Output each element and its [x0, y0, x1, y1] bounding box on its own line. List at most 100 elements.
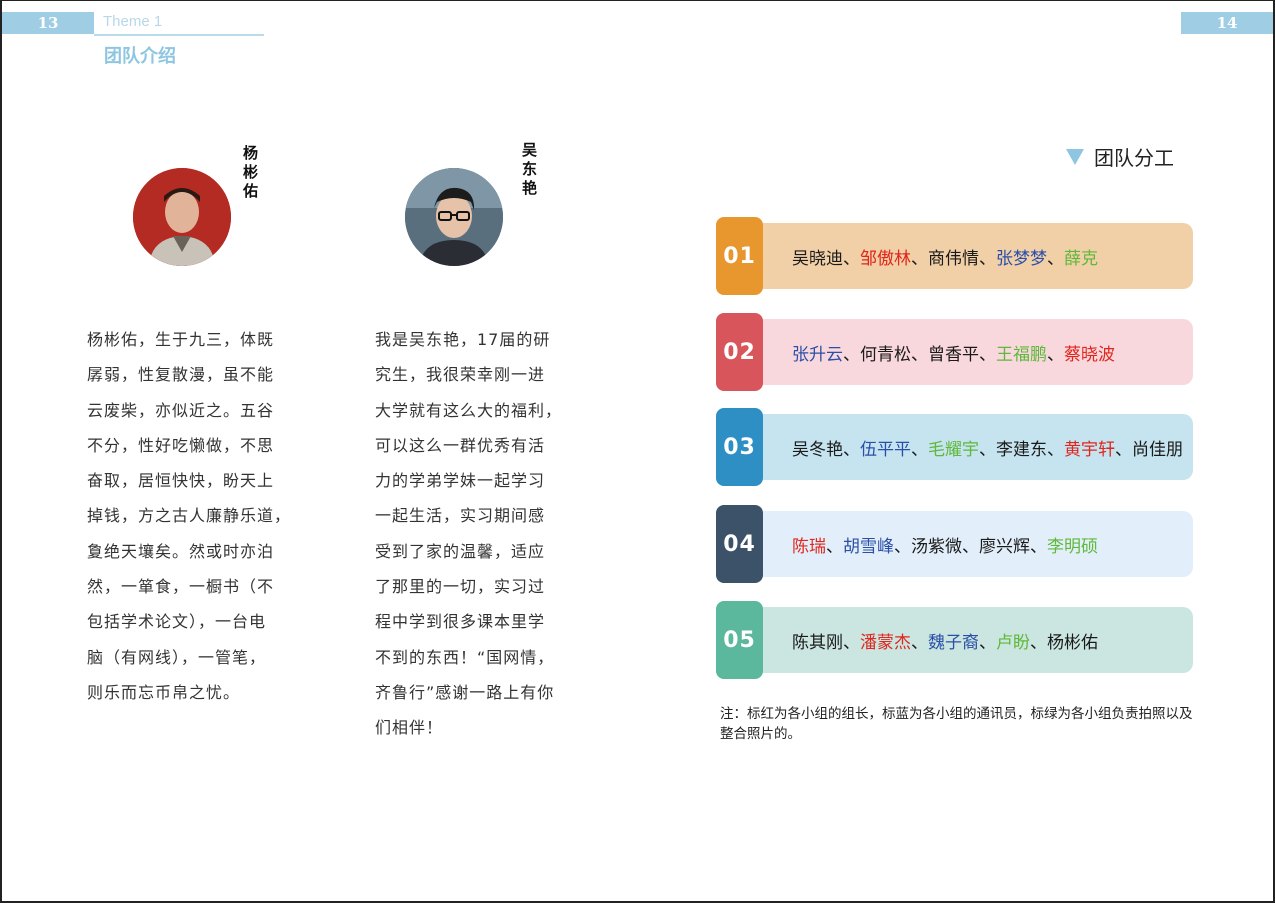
bio-line: 掉钱，方之古人廉静乐道，: [87, 506, 292, 526]
member-name-2: 吴东艳: [522, 141, 538, 197]
member-name: 陈其刚: [792, 632, 843, 653]
bio-line: 包括学术论文），一台电: [87, 612, 267, 632]
member-bio-1: 杨彬佑，生于九三，体既 孱弱，性复散漫，虽不能 云废柴，亦似近之。五谷 不分，性好吃懒…: [87, 322, 317, 710]
theme-underline: [94, 34, 264, 36]
bio-line: 夐绝天壤矣。然或时亦泊: [87, 541, 275, 561]
name-separator: 、: [962, 536, 979, 557]
group-members: 吴冬艳、伍平平、毛耀宇、李建东、黄宇轩、尚佳朋: [792, 414, 1183, 480]
group-row: 05 陈其刚、潘蒙杰、魏子裔、卢盼、杨彬佑: [716, 601, 1193, 679]
bio-line: 不到的东西！“国网情，: [375, 647, 555, 667]
group-row: 01 吴晓迪、邹傲林、商伟情、张梦梦、薛克: [716, 217, 1193, 295]
member-name: 李明硕: [1047, 536, 1098, 557]
member-name: 吴冬艳: [792, 439, 843, 460]
bio-line: 究生，我很荣幸刚一进: [375, 365, 546, 385]
name-separator: 、: [979, 439, 996, 460]
name-separator: 、: [911, 248, 928, 269]
avatar-member-1: [133, 168, 231, 266]
bio-line: 脑（有网线），一管笔，: [87, 647, 267, 667]
name-separator: 、: [843, 344, 860, 365]
member-name: 胡雪峰: [843, 536, 894, 557]
bio-line: 们相伴！: [375, 718, 444, 738]
bio-line: 程中学到很多课本里学: [375, 612, 546, 632]
member-name: 曾香平: [928, 344, 979, 365]
name-separator: 、: [843, 632, 860, 653]
group-number-badge: 03: [716, 408, 763, 486]
member-name: 杨彬佑: [1047, 632, 1098, 653]
name-separator: 、: [894, 536, 911, 557]
name-separator: 、: [843, 439, 860, 460]
division-header: 团队分工: [1066, 142, 1174, 171]
bio-line: 可以这么一群优秀有活: [375, 435, 546, 455]
page-number-right: 14: [1181, 12, 1273, 34]
bio-line: 孱弱，性复散漫，虽不能: [87, 365, 275, 385]
group-row: 04 陈瑞、胡雪峰、汤紫微、廖兴辉、李明硕: [716, 505, 1193, 583]
name-separator: 、: [1115, 439, 1132, 460]
name-separator: 、: [979, 632, 996, 653]
bio-line: 杨彬佑，生于九三，体既: [87, 330, 275, 349]
triangle-down-icon: [1066, 148, 1084, 165]
member-name: 何青松: [860, 344, 911, 365]
bio-line: 我是吴东艳，17届的研: [375, 330, 551, 349]
member-name: 薛克: [1064, 248, 1098, 269]
member-name: 蔡晓波: [1064, 344, 1115, 365]
name-separator: 、: [1047, 344, 1064, 365]
member-name: 吴晓迪: [792, 248, 843, 269]
bio-line: 然，一箪食，一橱书（不: [87, 577, 275, 597]
name-separator: 、: [979, 248, 996, 269]
bio-line: 齐鲁行”感谢一路上有你: [375, 682, 555, 702]
member-name: 汤紫微: [911, 536, 962, 557]
member-name: 李建东: [996, 439, 1047, 460]
bio-line: 则乐而忘币帛之忧。: [87, 682, 241, 702]
member-name-1: 杨彬佑: [243, 144, 259, 200]
name-separator: 、: [911, 632, 928, 653]
bio-line: 云废柴，亦似近之。五谷: [87, 400, 275, 420]
page-border-top: [0, 0, 1275, 1]
legend-note: 注：标红为各小组的组长，标蓝为各小组的通讯员，标绿为各小组负责拍照以及整合照片的…: [720, 706, 1193, 742]
member-name: 潘蒙杰: [860, 632, 911, 653]
member-name: 尚佳朋: [1132, 439, 1183, 460]
member-name: 伍平平: [860, 439, 911, 460]
member-name: 王福鹏: [996, 344, 1047, 365]
name-separator: 、: [1047, 439, 1064, 460]
member-name: 张升云: [792, 344, 843, 365]
group-number-badge: 02: [716, 313, 763, 391]
group-row: 02 张升云、何青松、曾香平、王福鹏、蔡晓波: [716, 313, 1193, 391]
bio-line: 了那里的一切，实习过: [375, 577, 546, 597]
member-name: 廖兴辉: [979, 536, 1030, 557]
name-separator: 、: [911, 439, 928, 460]
name-separator: 、: [1030, 632, 1047, 653]
member-name: 卢盼: [996, 632, 1030, 653]
section-title: 团队介绍: [104, 46, 176, 67]
group-members: 吴晓迪、邹傲林、商伟情、张梦梦、薛克: [792, 223, 1098, 289]
bio-line: 受到了家的温馨，适应: [375, 541, 546, 561]
name-separator: 、: [826, 536, 843, 557]
bio-line: 大学就有这么大的福利，: [375, 400, 563, 420]
name-separator: 、: [911, 344, 928, 365]
member-name: 张梦梦: [996, 248, 1047, 269]
bio-line: 不分，性好吃懒做，不思: [87, 435, 275, 455]
member-bio-2: 我是吴东艳，17届的研 究生，我很荣幸刚一进 大学就有这么大的福利， 可以这么一群优秀…: [375, 322, 575, 746]
member-name: 毛耀宇: [928, 439, 979, 460]
group-number-badge: 05: [716, 601, 763, 679]
name-separator: 、: [979, 344, 996, 365]
bio-line: 一起生活，实习期间感: [375, 506, 546, 526]
bio-line: 奋取，居恒快快，盼天上: [87, 471, 275, 491]
member-name: 商伟情: [928, 248, 979, 269]
division-title: 团队分工: [1094, 146, 1174, 170]
group-row: 03 吴冬艳、伍平平、毛耀宇、李建东、黄宇轩、尚佳朋: [716, 408, 1193, 486]
name-separator: 、: [1030, 536, 1047, 557]
name-separator: 、: [843, 248, 860, 269]
group-number-badge: 04: [716, 505, 763, 583]
avatar-member-2: [405, 168, 503, 266]
group-members: 陈其刚、潘蒙杰、魏子裔、卢盼、杨彬佑: [792, 607, 1098, 673]
theme-label: Theme 1: [103, 13, 163, 30]
member-name: 邹傲林: [860, 248, 911, 269]
page-number-left: 13: [2, 12, 94, 34]
group-members: 张升云、何青松、曾香平、王福鹏、蔡晓波: [792, 319, 1115, 385]
group-members: 陈瑞、胡雪峰、汤紫微、廖兴辉、李明硕: [792, 511, 1098, 577]
bio-line: 力的学弟学妹一起学习: [375, 471, 546, 491]
name-separator: 、: [1047, 248, 1064, 269]
member-name: 陈瑞: [792, 536, 826, 557]
page-border-left: [0, 0, 2, 903]
member-name: 黄宇轩: [1064, 439, 1115, 460]
